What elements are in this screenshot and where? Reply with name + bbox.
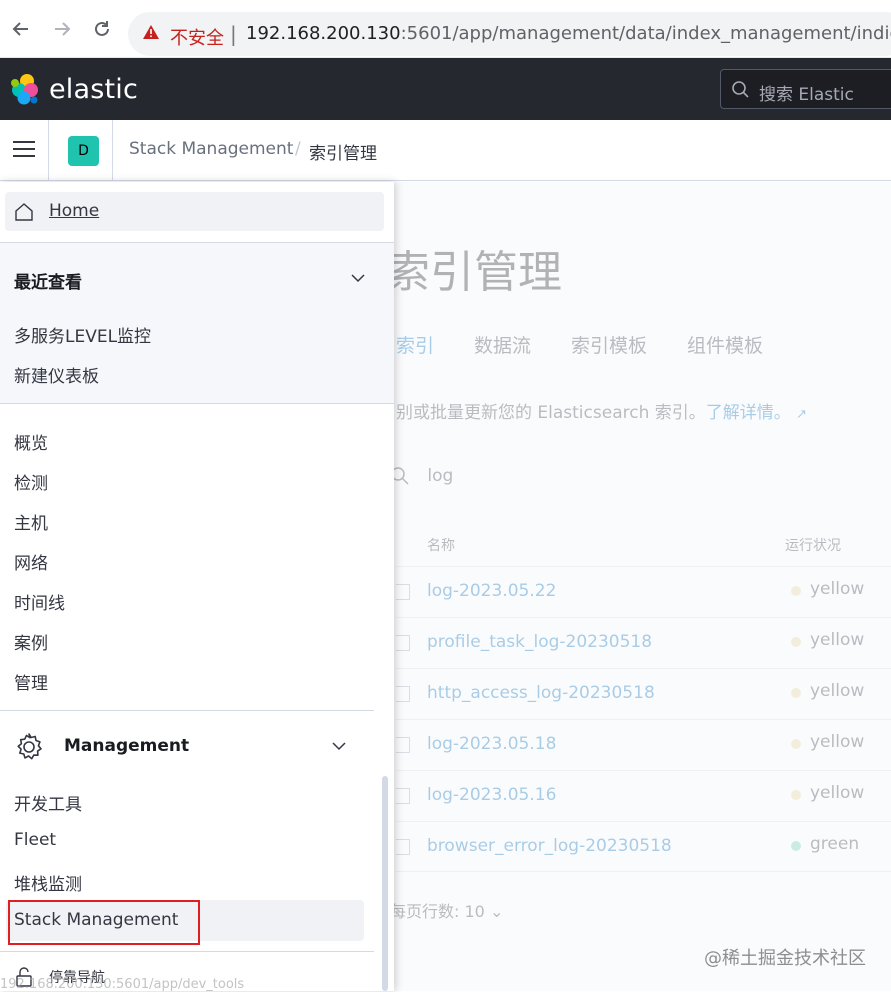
home-label[interactable]: Home [49, 201, 99, 221]
space-avatar[interactable]: D [68, 136, 99, 166]
recently-viewed-title[interactable]: 最近查看 [14, 268, 82, 293]
tab-index-templates[interactable]: 索引模板 [571, 335, 647, 357]
search-icon [732, 81, 749, 98]
learn-more-link[interactable]: 了解详情。 [706, 403, 791, 423]
table-row[interactable]: log-2023.05.22 yellow [396, 566, 891, 617]
status-dot [791, 586, 801, 596]
column-health[interactable]: 运行状况 [785, 535, 841, 555]
home-icon [15, 203, 33, 221]
menu-toggle-icon[interactable] [13, 141, 35, 159]
health-status: yellow [810, 783, 865, 803]
tab-indices[interactable]: 索引 [396, 335, 434, 357]
status-dot [791, 790, 801, 800]
insecure-label[interactable]: 不安全 [170, 24, 224, 50]
recent-item[interactable]: 新建仪表板 [14, 362, 99, 387]
table-row[interactable]: log-2023.05.18 yellow [396, 719, 891, 770]
index-name-link[interactable]: browser_error_log-20230518 [427, 836, 672, 856]
page-title: 索引管理 [386, 247, 562, 298]
arrow-right-icon [55, 22, 71, 36]
divider [0, 951, 374, 952]
nav-item-timelines[interactable]: 时间线 [14, 589, 65, 614]
index-search-input[interactable]: log [390, 466, 453, 486]
index-name-link[interactable]: log-2023.05.22 [427, 581, 556, 601]
nav-scrollbar[interactable] [382, 776, 388, 991]
health-status: yellow [810, 579, 865, 599]
search-query: log [427, 466, 454, 486]
breadcrumb-stack-management[interactable]: Stack Management [129, 139, 293, 159]
table-row[interactable]: profile_task_log-20230518 yellow [396, 617, 891, 668]
status-dot [791, 841, 801, 851]
table-row[interactable]: browser_error_log-20230518 green [396, 821, 891, 872]
index-name-link[interactable]: log-2023.05.18 [427, 734, 556, 754]
brand-name[interactable]: elastic [49, 74, 138, 105]
nav-item-detections[interactable]: 检测 [14, 469, 48, 494]
nav-item-network[interactable]: 网络 [14, 549, 48, 574]
nav-item-stack-monitoring[interactable]: 堆栈监测 [14, 870, 82, 895]
highlight-annotation [8, 900, 200, 945]
divider [112, 120, 113, 181]
row-checkbox[interactable] [396, 686, 410, 702]
breadcrumb-separator: / [295, 139, 301, 159]
chevron-down-icon: ⌄ [489, 902, 504, 921]
index-name-link[interactable]: log-2023.05.16 [427, 785, 556, 805]
row-checkbox[interactable] [396, 839, 410, 855]
table-row[interactable]: log-2023.05.16 yellow [396, 770, 891, 821]
nav-item-administration[interactable]: 管理 [14, 669, 48, 694]
forward-button[interactable] [50, 18, 74, 42]
recent-item[interactable]: 多服务LEVEL监控 [14, 322, 151, 347]
health-status: yellow [810, 681, 865, 701]
back-button[interactable] [9, 18, 33, 42]
tab-component-templates[interactable]: 组件模板 [687, 335, 763, 357]
rows-per-page-label: 每页行数: 10 [390, 902, 485, 921]
nav-item-fleet[interactable]: Fleet [14, 830, 56, 850]
row-checkbox[interactable] [396, 737, 410, 753]
status-dot [791, 688, 801, 698]
management-title[interactable]: Management [64, 736, 189, 756]
chevron-down-icon[interactable] [332, 742, 346, 751]
status-dot [791, 739, 801, 749]
rows-per-page-button[interactable]: 每页行数: 10 ⌄ [390, 898, 503, 922]
health-status: yellow [810, 732, 865, 752]
divider [0, 403, 394, 404]
divider [48, 120, 49, 181]
url-separator: | [230, 22, 237, 46]
table-row[interactable]: http_access_log-20230518 yellow [396, 668, 891, 719]
nav-item-cases[interactable]: 案例 [14, 629, 48, 654]
nav-item-dev-tools[interactable]: 开发工具 [14, 790, 82, 815]
nav-item-overview[interactable]: 概览 [14, 429, 48, 454]
tab-data-streams[interactable]: 数据流 [474, 335, 531, 357]
row-checkbox[interactable] [396, 788, 410, 804]
watermark: @稀土掘金技术社区 [704, 948, 866, 969]
gear-icon [17, 733, 42, 760]
breadcrumb-index-management: 索引管理 [309, 144, 377, 164]
tabs: 索引 数据流 索引模板 组件模板 [396, 331, 803, 358]
url-text[interactable]: 192.168.200.130:5601/app/management/data… [246, 23, 891, 44]
divider [0, 710, 374, 711]
chevron-down-icon[interactable] [351, 274, 365, 283]
nav-item-hosts[interactable]: 主机 [14, 509, 48, 534]
reload-icon [95, 21, 109, 36]
url-host: 192.168.200.130 [246, 23, 401, 44]
description-text: 别或批量更新您的 Elasticsearch 索引。 [396, 403, 706, 423]
index-name-link[interactable]: profile_task_log-20230518 [427, 632, 652, 652]
external-link-icon: ↗ [796, 407, 808, 422]
page-description: 别或批量更新您的 Elasticsearch 索引。了解详情。 ↗ [396, 398, 807, 423]
elastic-logo-icon[interactable] [10, 73, 40, 105]
search-placeholder: 搜索 Elastic [759, 85, 854, 105]
row-checkbox[interactable] [396, 635, 410, 651]
global-search-input[interactable]: 搜索 Elastic [720, 69, 891, 109]
health-status: green [810, 834, 860, 854]
index-name-link[interactable]: http_access_log-20230518 [427, 683, 655, 703]
arrow-left-icon [12, 22, 28, 36]
reload-button[interactable] [90, 18, 114, 42]
row-checkbox[interactable] [396, 584, 410, 600]
url-path: :5601/app/management/data/index_manageme… [400, 23, 891, 44]
warning-icon [142, 24, 160, 45]
health-status: yellow [810, 630, 865, 650]
status-bar-url: 192.168.200.130:5601/app/dev_tools [0, 977, 245, 992]
status-dot [791, 637, 801, 647]
column-name[interactable]: 名称 [427, 535, 455, 555]
